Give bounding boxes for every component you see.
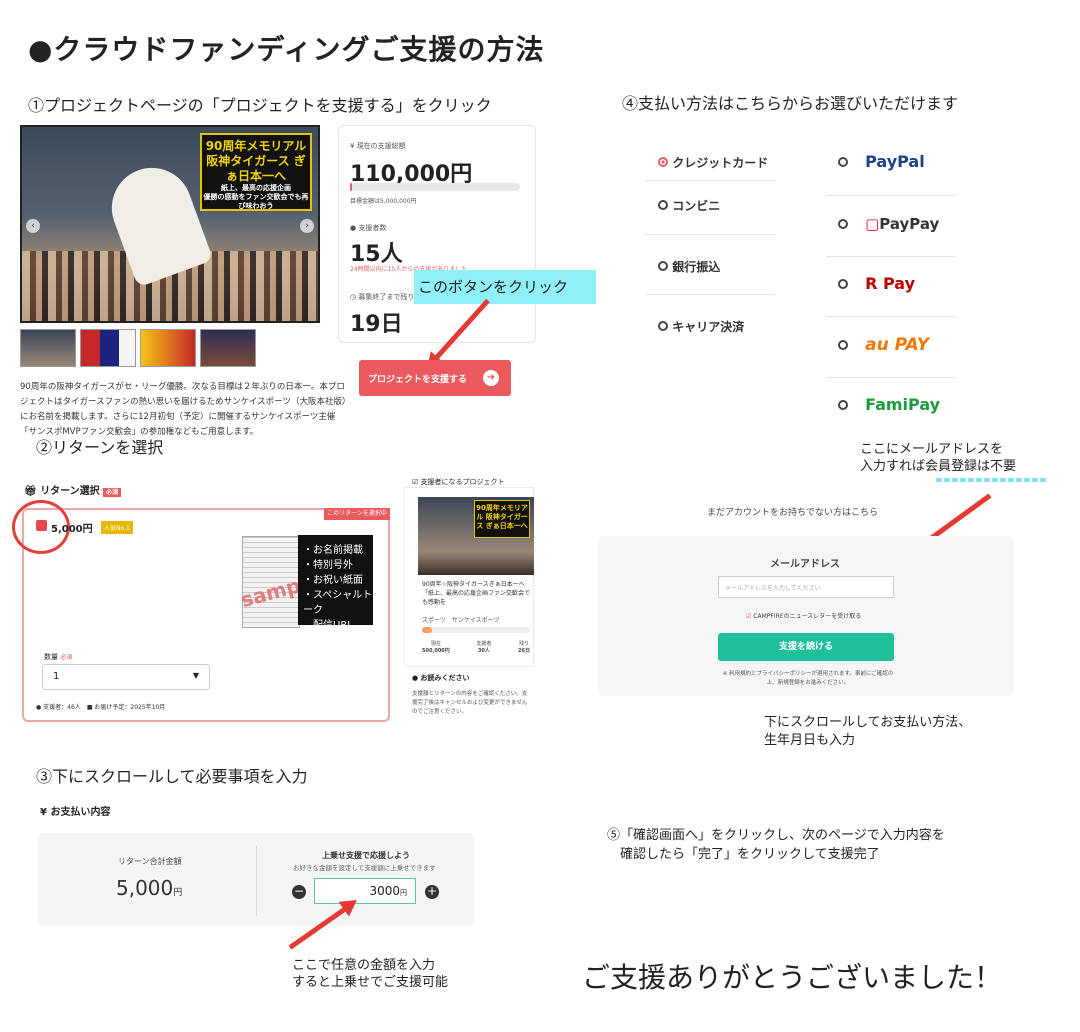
funding-label: ¥ 現在の支援総額 <box>350 142 406 150</box>
aupay-logo: au PAY <box>865 335 930 355</box>
side-progress <box>422 627 530 633</box>
benefit-item: ・スペシャルトーク <box>303 590 373 616</box>
arrow-right-icon: ➜ <box>483 370 499 386</box>
newsletter-checkbox[interactable]: ☑ CAMPFIREのニュースレターを受け取る <box>746 611 861 620</box>
payment-au-pay[interactable]: au PAY <box>838 335 929 355</box>
extra-title: 上乗せ支援で応援しよう <box>322 851 410 860</box>
radio-icon <box>838 340 848 350</box>
terms-text: ※ 利用規約とプライバシーポリシーが適用されます。事前にご確認の上、新規登録をお… <box>722 671 894 686</box>
side-banner: 90周年メモリアル 阪神タイガース ぎぁ日本一へ <box>474 500 530 538</box>
radio-icon <box>658 157 668 167</box>
rpay-logo: R Pay <box>865 274 916 293</box>
payment-details-title: ¥ お支払い内容 <box>40 807 111 818</box>
chevron-down-icon: ▼ <box>192 671 199 680</box>
total-label: リターン合計金額 <box>118 857 182 866</box>
payment-paypay[interactable]: ▢PayPay <box>838 214 939 233</box>
minus-icon[interactable]: − <box>292 885 306 899</box>
email-note: ここにメールアドレスを 入力すれば会員登録は不要 <box>860 442 1017 474</box>
no-account-text: まだアカウントをお持ちでない方はこちら <box>707 508 879 518</box>
qty-label: 数量 必須 <box>44 653 73 661</box>
quantity-select[interactable]: 1 ▼ <box>42 664 210 690</box>
benefit-item: ・お名前掲載 <box>303 545 363 556</box>
radio-icon <box>658 200 668 210</box>
radio-icon <box>658 261 668 271</box>
required-badge: 必須 <box>103 488 122 497</box>
total-amount: 5,000円 <box>116 876 183 900</box>
continue-button[interactable]: 支援を続ける <box>718 633 894 661</box>
email-field[interactable]: メールアドレスを入力してください <box>718 576 894 598</box>
supporters-label: ● 支援者数 <box>350 224 387 232</box>
yen-icon: ¥ <box>350 142 357 150</box>
hero-banner: 90周年メモリアル 阪神タイガース ぎぁ日本一へ 紙上、最高の応援企画 優勝の感… <box>200 133 312 211</box>
radio-icon <box>838 279 848 289</box>
thanks-message: ご支援ありがとうございました！ <box>582 961 1003 994</box>
prev-arrow-icon[interactable]: ‹ <box>26 219 40 233</box>
support-project-button[interactable]: プロジェクトを支援する ➜ <box>359 360 511 396</box>
goal-text: 目標金額は5,000,000円 <box>350 198 417 205</box>
remaining-label: ◷ 募集終了まで残り <box>350 293 415 301</box>
project-description: 90周年の阪神タイガースがセ・リーグ優勝。次なる目標は２年ぶりの日本一。本プロジ… <box>20 382 347 437</box>
radio-icon <box>838 400 848 410</box>
thumbnail-3[interactable] <box>140 329 196 367</box>
click-callout: このボタンをクリック <box>414 270 596 304</box>
payment-bank-transfer[interactable]: 銀行振込 <box>658 258 720 275</box>
payment-credit-card[interactable]: クレジットカード <box>658 154 768 171</box>
benefit-item: 配信URL <box>303 620 353 631</box>
step2-label: ②リターンを選択 <box>36 438 164 457</box>
step5-label: ⑤「確認画面へ」をクリックし、次のページで入力内容を 確認したら「完了」をクリッ… <box>607 828 945 862</box>
return-price: 5,000円 <box>51 524 93 535</box>
extra-amount-input[interactable]: 3000円 <box>314 878 416 904</box>
plus-icon[interactable]: + <box>425 885 439 899</box>
return-meta: ● 支援者：46人 ■ お届け予定：2025年10月 <box>36 704 166 711</box>
thumbnail-2[interactable] <box>80 329 136 367</box>
payment-rakuten-pay[interactable]: R Pay <box>838 274 915 293</box>
payment-carrier[interactable]: キャリア決済 <box>658 318 744 335</box>
divider <box>256 846 257 916</box>
step4-label: ④支払い方法はこちらからお選びいただけます <box>622 94 959 113</box>
benefits-box: ・お名前掲載 ・特別号外 ・お祝い紙面 ・スペシャルトーク 配信URL <box>298 535 373 631</box>
benefit-item: ・特別号外 <box>303 560 353 571</box>
scroll-note: 下にスクロールしてお支払い方法、 生年月日も入力 <box>764 715 972 748</box>
payment-paypal[interactable]: PayPal <box>838 152 925 171</box>
payment-convenience-store[interactable]: コンビニ <box>658 197 720 214</box>
gift-icon: 🎁︎ <box>24 486 41 497</box>
payment-famipay[interactable]: FamiPay <box>838 395 940 414</box>
radio-icon <box>658 321 668 331</box>
radio-icon <box>838 157 848 167</box>
info-icon: ● <box>412 674 421 682</box>
paypay-logo: PayPay <box>879 215 940 233</box>
project-hero-image[interactable]: 90周年メモリアル 阪神タイガース ぎぁ日本一へ 紙上、最高の応援企画 優勝の感… <box>20 125 320 323</box>
return-section-title: 🎁︎ リターン選択 必須 <box>24 482 122 497</box>
side-text: 90周年☆阪神タイガースぎぁ日本一へ「紙上、最高の応援企画ファン交歓会でも感動を <box>422 581 531 606</box>
side-title: ☑ 支援者になるプロジェクト <box>412 478 505 486</box>
thumbnail-4[interactable] <box>200 329 256 367</box>
side-tags: スポーツ サンケイスポーツ <box>422 617 500 624</box>
wavy-underline <box>936 478 1048 482</box>
page-title: ●クラウドファンディングご支援の方法 <box>28 33 545 66</box>
funding-progress-bar <box>350 183 520 191</box>
notice-text: 支援額とリターンの内容をご確認ください。支援完了後はキャンセルおよび変更ができま… <box>412 691 528 715</box>
step1-label: ①プロジェクトページの「プロジェクトを支援する」をクリック <box>28 96 492 115</box>
radio-icon <box>838 219 848 229</box>
side-stats: 現在 500,000円 支援者 30人 残り 26日 <box>422 641 530 654</box>
paypal-logo: PayPal <box>865 152 925 171</box>
remaining-value: 19日 <box>350 312 403 337</box>
amount-note: ここで任意の金額を入力 すると上乗せでご支援可能 <box>292 958 449 990</box>
email-label: メールアドレス <box>770 559 840 570</box>
next-arrow-icon[interactable]: › <box>300 219 314 233</box>
popular-badge: 人気No.1 <box>101 521 133 534</box>
extra-sub: お好きな金額を設定して支援額に上乗せできます <box>293 864 436 872</box>
support-project-button-label: プロジェクトを支援する <box>368 375 468 385</box>
selected-tag: このリターンを選択中 <box>324 508 390 520</box>
step3-label: ③下にスクロールして必要事項を入力 <box>36 767 308 786</box>
thumbnail-1[interactable] <box>20 329 76 367</box>
benefit-item: ・お祝い紙面 <box>303 575 363 586</box>
notice-title: ● お読みください <box>412 674 470 682</box>
famipay-logo: FamiPay <box>865 395 941 414</box>
checkbox-icon: ☑ <box>412 478 421 486</box>
